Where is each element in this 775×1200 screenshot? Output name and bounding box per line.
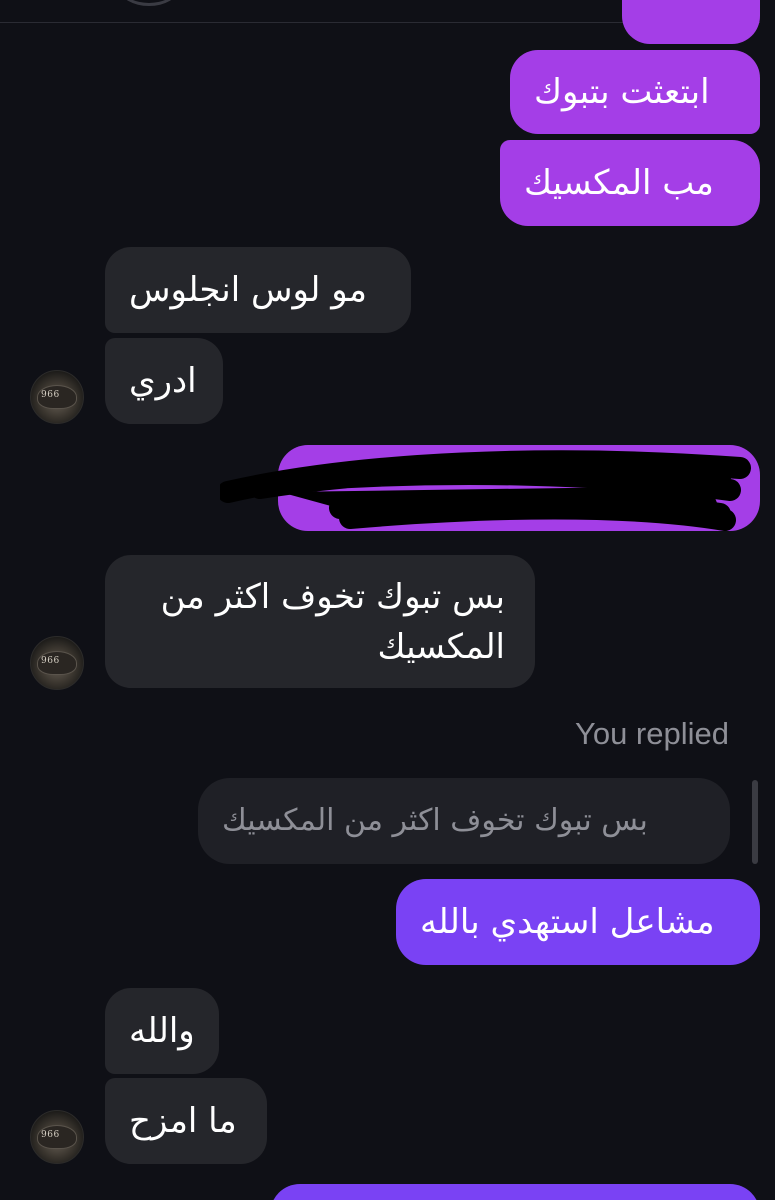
message-bubble-outgoing[interactable]: مب المكسيك	[500, 140, 760, 226]
message-text: بس تبوك تخوف اكثر من المكسيك	[160, 576, 505, 667]
avatar-cap-text: 966	[41, 390, 60, 400]
reply-label: You replied	[575, 716, 729, 751]
message-bubble-partial-top[interactable]	[622, 0, 760, 44]
sender-avatar[interactable]: 966	[30, 1110, 84, 1164]
message-bubble-incoming[interactable]: ادري	[105, 338, 223, 424]
chat-screen: ابتعثت بتبوك مب المكسيك مو لوس انجلوس اد…	[0, 0, 775, 1200]
message-bubble-incoming[interactable]: ما امزح	[105, 1078, 267, 1164]
message-bubble-incoming[interactable]: مو لوس انجلوس	[105, 247, 411, 333]
message-text: ادري	[129, 361, 197, 401]
reply-indicator-bar	[752, 780, 758, 864]
avatar-cap-text: 966	[41, 656, 60, 666]
redaction-scribble	[220, 450, 751, 531]
message-bubble-incoming[interactable]: بس تبوك تخوف اكثر من المكسيك	[105, 555, 535, 688]
sender-avatar[interactable]: 966	[30, 370, 84, 424]
message-text: مشاعل استهدي بالله	[420, 902, 715, 942]
avatar-cap-text: 966	[41, 1130, 60, 1140]
quoted-text: بس تبوك تخوف اكثر من المكسيك	[222, 803, 648, 838]
message-bubble-incoming[interactable]: والله	[105, 988, 219, 1074]
message-text: والله	[129, 1011, 195, 1051]
sender-avatar[interactable]: 966	[30, 636, 84, 690]
message-text: ما امزح	[129, 1101, 237, 1141]
partial-avatar-icon	[120, 0, 178, 6]
message-text: مب المكسيك	[524, 163, 714, 203]
message-bubble-outgoing[interactable]: مشاعل استهدي بالله	[396, 879, 760, 965]
message-bubble-outgoing[interactable]: ابتعثت بتبوك	[510, 50, 760, 134]
message-text: ابتعثت بتبوك	[534, 72, 710, 112]
message-bubble-partial-bottom[interactable]	[270, 1184, 760, 1200]
quoted-message[interactable]: بس تبوك تخوف اكثر من المكسيك	[198, 778, 730, 864]
message-text: مو لوس انجلوس	[129, 270, 367, 310]
